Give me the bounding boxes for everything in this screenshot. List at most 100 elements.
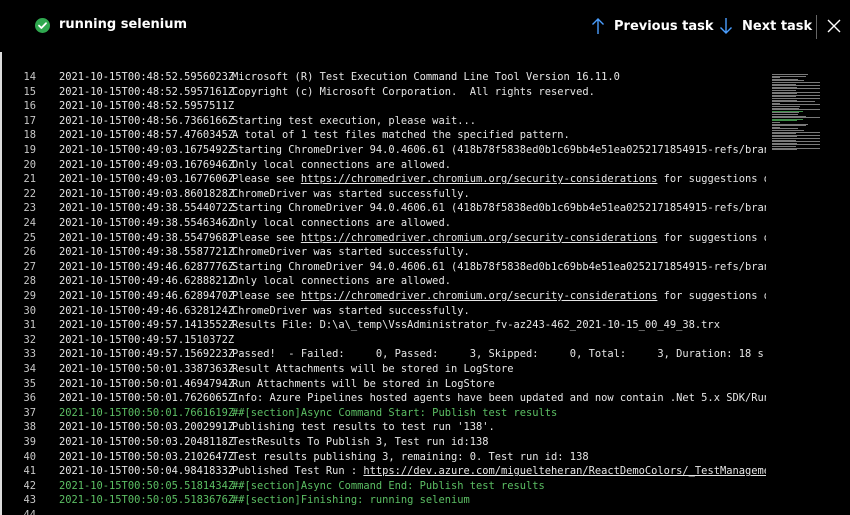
line-number: 37 xyxy=(23,406,36,419)
task-header: running selenium Previous task Next task xyxy=(0,0,850,52)
log-link[interactable]: https://chromedriver.chromium.org/securi… xyxy=(301,232,658,244)
line-number: 38 xyxy=(23,421,36,434)
line-number: 33 xyxy=(23,348,36,361)
line-number: 36 xyxy=(23,392,36,405)
log-timestamp: 2021-10-15T00:50:01.7661619Z xyxy=(59,406,235,419)
log-line: 44 xyxy=(2,508,766,515)
line-number: 22 xyxy=(23,187,36,200)
log-link[interactable]: https://chromedriver.chromium.org/securi… xyxy=(301,173,658,185)
log-timestamp: 2021-10-15T00:49:57.1413552Z xyxy=(59,319,235,332)
log-message: A total of 1 test files matched the spec… xyxy=(232,129,570,142)
log-timestamp: 2021-10-15T00:50:01.3387363Z xyxy=(59,363,235,375)
line-number: 44 xyxy=(23,509,36,515)
line-number: 16 xyxy=(23,100,36,113)
log-minimap[interactable] xyxy=(770,74,850,152)
log-message: ##[section]Async Command Start: Publish … xyxy=(232,406,558,419)
log-message-text: Please see xyxy=(232,290,301,302)
log-message: Starting ChromeDriver 94.0.4606.61 (418b… xyxy=(232,260,766,273)
log-link[interactable]: https://dev.azure.com/miguelteheran/Reac… xyxy=(363,465,766,477)
log-message: Starting test execution, please wait... xyxy=(232,114,476,127)
log-line: 31 2021-10-15T00:49:57.1413552Z Results Fi… xyxy=(2,318,766,333)
log-link[interactable]: https://chromedriver.chromium.org/securi… xyxy=(301,290,658,302)
close-icon[interactable] xyxy=(826,18,842,34)
log-line: 32 2021-10-15T00:49:57.1510372Z xyxy=(2,333,766,348)
previous-task-button[interactable]: Previous task xyxy=(590,14,714,38)
line-number: 26 xyxy=(23,246,36,259)
line-number: 41 xyxy=(23,465,36,478)
task-title: running selenium xyxy=(59,17,188,32)
line-number: 42 xyxy=(23,479,36,492)
line-number: 23 xyxy=(23,202,36,215)
line-number: 31 xyxy=(23,319,36,332)
log-message: Results File: D:\a\_temp\VssAdministrato… xyxy=(232,319,720,332)
arrow-up-icon xyxy=(592,18,604,34)
line-number: 40 xyxy=(23,450,36,463)
log-timestamp: 2021-10-15T00:50:04.9841833Z xyxy=(59,465,235,478)
log-line: 37 2021-10-15T00:50:01.7661619Z ##[section… xyxy=(2,406,766,421)
log-message-text: Please see xyxy=(232,231,301,244)
log-message: ##[section]Async Command End: Publish te… xyxy=(232,479,545,492)
log-line: 26 2021-10-15T00:49:38.5587721Z ChromeDriv… xyxy=(2,245,766,260)
line-number: 14 xyxy=(23,71,36,83)
line-number: 43 xyxy=(23,494,36,507)
log-viewer-window: running selenium Previous task Next task… xyxy=(0,0,850,515)
log-line: 28 2021-10-15T00:49:46.6288821Z Only local… xyxy=(2,274,766,289)
log-output[interactable]: 14 2021-10-15T00:48:52.5956023Z Microsoft … xyxy=(2,70,766,515)
log-message-text: for suggestions on k xyxy=(663,231,766,244)
log-line: 20 2021-10-15T00:49:03.1676946Z Only local… xyxy=(2,158,766,173)
log-timestamp: 2021-10-15T00:49:03.1675492Z xyxy=(59,144,235,156)
line-number: 21 xyxy=(23,173,36,186)
log-line: 30 2021-10-15T00:49:46.6328124Z ChromeDriv… xyxy=(2,304,766,319)
log-message: ChromeDriver was started successfully. xyxy=(232,246,470,259)
log-line: 17 2021-10-15T00:48:56.7366166Z Starting t… xyxy=(2,114,766,129)
line-number: 18 xyxy=(23,129,36,142)
log-line: 40 2021-10-15T00:50:03.2102647Z Test resul… xyxy=(2,450,766,465)
log-timestamp: 2021-10-15T00:49:03.1676946Z xyxy=(59,158,235,171)
line-number: 34 xyxy=(23,363,36,375)
log-message: ##[section]Finishing: running selenium xyxy=(232,494,470,507)
log-message: Only local connections are allowed. xyxy=(232,275,451,288)
log-message: Microsoft (R) Test Execution Command Lin… xyxy=(232,71,620,83)
log-timestamp: 2021-10-15T00:48:52.5957511Z xyxy=(59,100,235,113)
log-message: Test results publishing 3, remaining: 0.… xyxy=(232,450,589,463)
log-message-text: for suggestions on k xyxy=(663,173,766,186)
line-number: 39 xyxy=(23,436,36,448)
log-timestamp: 2021-10-15T00:50:03.2002991Z xyxy=(59,421,235,434)
log-timestamp: 2021-10-15T00:49:38.5546346Z xyxy=(59,217,235,229)
log-line: 14 2021-10-15T00:48:52.5956023Z Microsoft … xyxy=(2,70,766,85)
line-number: 20 xyxy=(23,158,36,171)
next-task-button[interactable]: Next task xyxy=(718,14,812,38)
log-message: Starting ChromeDriver 94.0.4606.61 (418b… xyxy=(232,144,766,156)
line-number: 15 xyxy=(23,85,36,98)
log-line: 25 2021-10-15T00:49:38.5547968Z Please see… xyxy=(2,231,766,246)
log-timestamp: 2021-10-15T00:48:57.4760345Z xyxy=(59,129,235,142)
log-message: Info: Azure Pipelines hosted agents have… xyxy=(232,392,766,405)
previous-task-label: Previous task xyxy=(614,18,714,34)
log-line: 22 2021-10-15T00:49:03.8601828Z ChromeDriv… xyxy=(2,187,766,202)
log-message: Only local connections are allowed. xyxy=(232,217,451,229)
log-line: 19 2021-10-15T00:49:03.1675492Z Starting C… xyxy=(2,143,766,158)
log-timestamp: 2021-10-15T00:49:38.5547968Z xyxy=(59,231,235,244)
line-number: 30 xyxy=(23,304,36,317)
log-message: Please see https://chromedriver.chromium… xyxy=(232,172,766,187)
log-line: 42 2021-10-15T00:50:05.5181434Z ##[section… xyxy=(2,479,766,494)
log-message-text: Please see xyxy=(232,173,301,186)
log-line: 38 2021-10-15T00:50:03.2002991Z Publishing… xyxy=(2,420,766,435)
minimap-line xyxy=(772,149,797,151)
log-timestamp: 2021-10-15T00:48:52.5956023Z xyxy=(59,71,235,83)
log-timestamp: 2021-10-15T00:50:05.5183676Z xyxy=(59,494,235,507)
log-line: 43 2021-10-15T00:50:05.5183676Z ##[section… xyxy=(2,493,766,508)
line-number: 24 xyxy=(23,217,36,229)
log-message-text: for suggestions on k xyxy=(663,290,766,302)
arrow-down-icon xyxy=(720,18,732,34)
log-timestamp: 2021-10-15T00:49:03.8601828Z xyxy=(59,187,235,200)
log-message: Only local connections are allowed. xyxy=(232,158,451,171)
log-line: 16 2021-10-15T00:48:52.5957511Z xyxy=(2,99,766,114)
log-line: 34 2021-10-15T00:50:01.3387363Z Result Att… xyxy=(2,362,766,377)
log-timestamp: 2021-10-15T00:50:03.2102647Z xyxy=(59,450,235,463)
log-message: Starting ChromeDriver 94.0.4606.61 (418b… xyxy=(232,202,766,215)
next-task-label: Next task xyxy=(742,18,813,34)
log-line: 18 2021-10-15T00:48:57.4760345Z A total of… xyxy=(2,128,766,143)
line-number: 17 xyxy=(23,114,36,127)
log-timestamp: 2021-10-15T00:49:38.5587721Z xyxy=(59,246,235,259)
